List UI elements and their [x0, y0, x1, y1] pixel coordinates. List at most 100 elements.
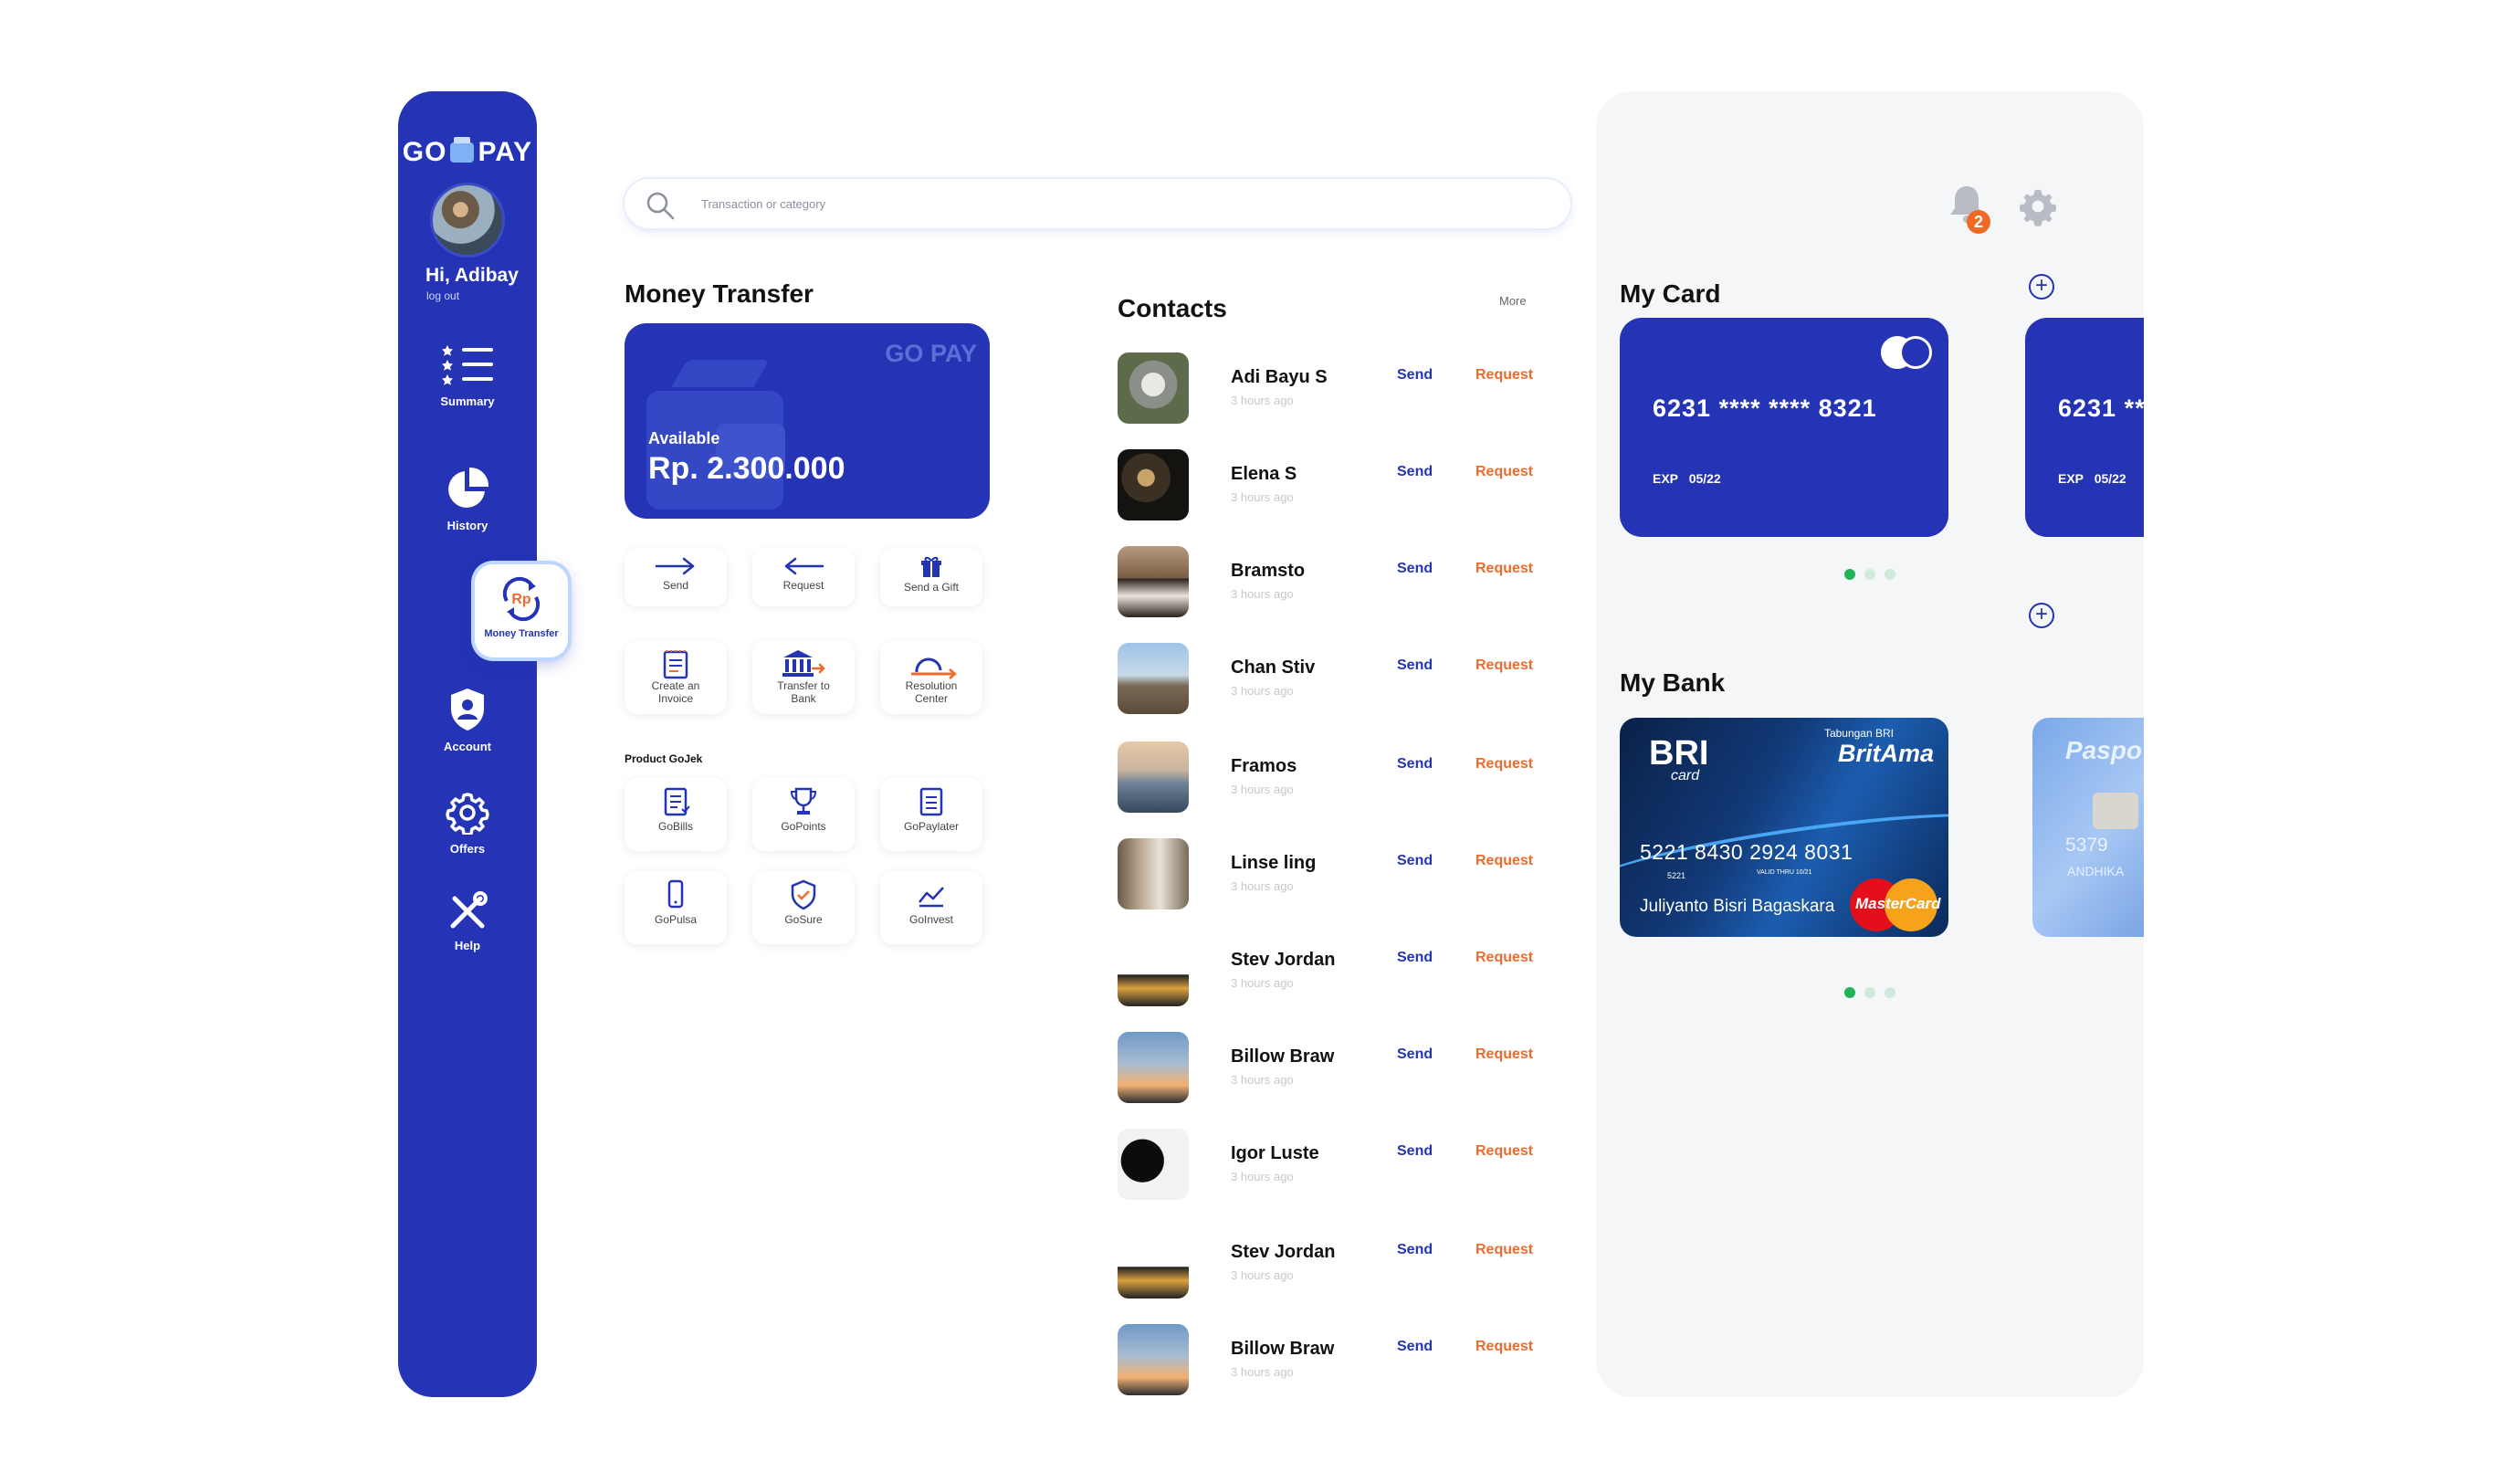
gopaylater-button[interactable]: GoPaylater: [880, 778, 982, 851]
contact-request-button[interactable]: Request: [1475, 657, 1533, 674]
bank-card-valid: VALID THRU 10/21: [1757, 869, 1812, 876]
balance-card[interactable]: GO PAY Available Rp. 2.300.000: [625, 323, 990, 519]
transfer-to-bank-button[interactable]: Transfer to Bank: [752, 641, 855, 714]
contact-request-button[interactable]: Request: [1475, 464, 1533, 480]
pie-chart-icon: [448, 467, 489, 508]
contact-avatar[interactable]: [1118, 838, 1189, 909]
pager-dot[interactable]: [1864, 987, 1875, 998]
sidebar-item-help[interactable]: Help: [398, 891, 537, 952]
resolution-center-button[interactable]: Resolution Center: [880, 641, 982, 714]
goinvest-button[interactable]: GoInvest: [880, 871, 982, 944]
contact-send-button[interactable]: Send: [1397, 1046, 1433, 1063]
balance-amount: Rp. 2.300.000: [648, 451, 845, 486]
contact-request-button[interactable]: Request: [1475, 950, 1533, 966]
chart-line-icon: [919, 887, 944, 908]
contact-request-button[interactable]: Request: [1475, 1046, 1533, 1063]
bank-card[interactable]: BRI card Tabungan BRI BritAma 5221 8430 2…: [1620, 718, 1948, 937]
contact-request-button[interactable]: Request: [1475, 756, 1533, 773]
card-decoration: [671, 360, 770, 387]
contact-avatar[interactable]: [1118, 741, 1189, 813]
contact-send-button[interactable]: Send: [1397, 853, 1433, 869]
contact-request-button[interactable]: Request: [1475, 1339, 1533, 1355]
sidebar-item-account[interactable]: Account: [398, 687, 537, 753]
contact-send-button[interactable]: Send: [1397, 1242, 1433, 1258]
contact-row: Elena S 3 hours ago Send Request: [1118, 449, 1556, 522]
contact-send-button[interactable]: Send: [1397, 367, 1433, 384]
contact-avatar[interactable]: [1118, 1032, 1189, 1103]
contact-avatar[interactable]: [1118, 449, 1189, 520]
gobills-button[interactable]: GoBills: [625, 778, 727, 851]
sidebar-item-offers[interactable]: Offers: [398, 791, 537, 856]
gosure-button[interactable]: GoSure: [752, 871, 855, 944]
contact-name: Billow Braw: [1231, 1339, 1335, 1359]
notification-button[interactable]: 2: [1947, 183, 1990, 234]
contact-avatar[interactable]: [1118, 546, 1189, 617]
contact-avatar[interactable]: [1118, 1227, 1189, 1299]
bank-card-title: Paspo: [2065, 736, 2143, 764]
gopulsa-button[interactable]: GoPulsa: [625, 871, 727, 944]
request-button[interactable]: Request: [752, 548, 855, 606]
send-button[interactable]: Send: [625, 548, 727, 606]
contact-name: Elena S: [1231, 464, 1297, 484]
arrow-left-icon: [784, 557, 824, 575]
contact-request-button[interactable]: Request: [1475, 1242, 1533, 1258]
contact-avatar[interactable]: [1118, 935, 1189, 1006]
avatar[interactable]: [430, 183, 505, 258]
add-bank-button[interactable]: +: [2029, 603, 2054, 628]
contact-send-button[interactable]: Send: [1397, 657, 1433, 674]
contact-send-button[interactable]: Send: [1397, 1143, 1433, 1160]
contact-request-button[interactable]: Request: [1475, 561, 1533, 577]
contact-request-button[interactable]: Request: [1475, 1143, 1533, 1160]
bank-card[interactable]: Paspo 5379 ANDHIKA: [2032, 718, 2144, 937]
search-icon: [646, 192, 675, 220]
contact-row: Chan Stiv 3 hours ago Send Request: [1118, 643, 1556, 716]
bank-pager[interactable]: [1844, 986, 1905, 998]
contact-row: Bramsto 3 hours ago Send Request: [1118, 546, 1556, 619]
contact-avatar[interactable]: [1118, 352, 1189, 424]
pager-dot[interactable]: [1844, 569, 1855, 580]
pager-dot[interactable]: [1885, 569, 1895, 580]
invoice-icon: [663, 650, 688, 679]
contact-send-button[interactable]: Send: [1397, 561, 1433, 577]
gopoints-button[interactable]: GoPoints: [752, 778, 855, 851]
contact-request-button[interactable]: Request: [1475, 853, 1533, 869]
card-pager[interactable]: [1844, 568, 1905, 580]
sidebar-item-history[interactable]: History: [398, 466, 537, 532]
contact-avatar[interactable]: [1118, 1129, 1189, 1200]
wallet-icon: [450, 137, 475, 163]
contact-send-button[interactable]: Send: [1397, 1339, 1433, 1355]
pager-dot[interactable]: [1885, 987, 1895, 998]
contact-request-button[interactable]: Request: [1475, 367, 1533, 384]
payment-card[interactable]: 6231 **** **** 8321 EXP 05/22: [2025, 318, 2144, 537]
contact-row: Adi Bayu S 3 hours ago Send Request: [1118, 352, 1556, 426]
bank-card-holder: ANDHIKA: [2067, 864, 2125, 878]
contact-avatar[interactable]: [1118, 1324, 1189, 1395]
bank-product-top: Tabungan BRI: [1823, 727, 1894, 740]
card-number: 6231 **** **** 8321: [2058, 394, 2144, 422]
contact-avatar[interactable]: [1118, 643, 1189, 714]
gear-icon: [2019, 189, 2057, 226]
add-card-button[interactable]: +: [2029, 274, 2054, 300]
sidebar-item-money-transfer[interactable]: Rp Money Transfer: [475, 564, 568, 657]
contact-send-button[interactable]: Send: [1397, 464, 1433, 480]
contact-time: 3 hours ago: [1231, 490, 1294, 504]
create-invoice-button[interactable]: Create an Invoice: [625, 641, 727, 714]
sidebar-item-summary[interactable]: Summary: [398, 343, 537, 408]
pager-dot[interactable]: [1844, 987, 1855, 998]
more-link[interactable]: More: [1499, 294, 1527, 308]
settings-button[interactable]: [2018, 186, 2058, 231]
contact-row: Stev Jordan 3 hours ago Send Request: [1118, 1227, 1556, 1300]
send-gift-button[interactable]: Send a Gift: [880, 548, 982, 606]
payment-card[interactable]: 6231 **** **** 8321 EXP 05/22: [1620, 318, 1948, 537]
arrow-right-icon: [655, 557, 695, 575]
pager-dot[interactable]: [1864, 569, 1875, 580]
contact-send-button[interactable]: Send: [1397, 950, 1433, 966]
my-bank-title: My Bank: [1620, 668, 1726, 697]
logout-link[interactable]: log out: [426, 289, 459, 302]
contact-send-button[interactable]: Send: [1397, 756, 1433, 773]
gopay-logo: GO PAY: [885, 340, 977, 367]
search-input[interactable]: [701, 190, 1523, 217]
bank-card-code: 5221: [1667, 871, 1686, 880]
trophy-icon: [790, 787, 817, 815]
contact-time: 3 hours ago: [1231, 1073, 1294, 1087]
